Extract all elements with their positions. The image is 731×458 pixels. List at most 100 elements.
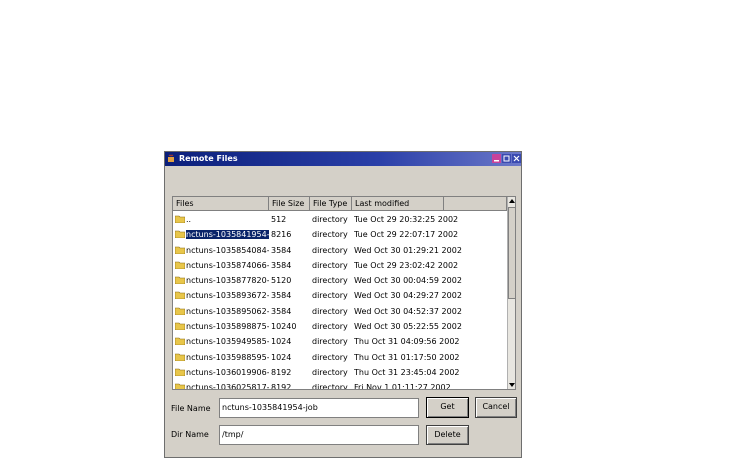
file-list[interactable]: Files File Size File Type Last modified … [172,196,516,390]
folder-icon [175,215,185,223]
file-row[interactable]: nctuns-1035895062-job3584 directory Wed Oc… [173,304,507,319]
file-name-cell: nctuns-1035893672-job [175,288,269,303]
title-bar[interactable]: Remote Files [165,152,521,166]
file-type-cell: directory [312,276,348,286]
folder-icon [175,230,185,239]
file-row[interactable]: nctuns-1035841954-job8216 directory Tue Oc… [173,227,507,242]
file-name-text: nctuns-1035841954-job [186,230,269,240]
file-type-cell: directory [312,245,348,255]
file-size-cell: 8192 [271,367,292,377]
folder-icon [175,322,185,331]
folder-icon [175,383,185,389]
file-size-cell: 3584 [271,260,292,270]
file-name-cell: nctuns-1036025817-job [175,380,269,389]
file-name-cell: nctuns-1035874066-job [175,258,269,273]
file-name-text: nctuns-1036019906-job [186,367,269,377]
scroll-up-arrow-icon[interactable] [508,197,516,206]
last-modified-cell: Wed Oct 30 04:52:37 2002 [354,306,462,316]
last-modified-cell: Tue Oct 29 20:32:25 2002 [354,215,459,224]
column-header-last-modified[interactable]: Last modified [352,197,444,211]
minimize-icon[interactable] [492,154,501,163]
file-size-cell: 512 [271,215,287,224]
file-name-field[interactable]: nctuns-1035841954-job [219,398,419,418]
file-type-cell: directory [312,337,348,347]
folder-icon [175,276,185,285]
file-size-cell: 1024 [271,337,292,347]
file-name-cell: nctuns-1035877820-job [175,273,269,288]
maximize-icon[interactable] [502,154,511,163]
cancel-button[interactable]: Cancel [475,397,517,418]
folder-icon [175,368,185,376]
last-modified-cell: Fri Nov 1 01:11:27 2002 [354,383,451,390]
last-modified-cell: Tue Oct 29 23:02:42 2002 [354,260,459,270]
file-name-cell: nctuns-1035854084-job [175,243,269,258]
column-header-file-size[interactable]: File Size [269,197,310,211]
folder-icon [175,246,185,254]
last-modified-cell: Thu Oct 31 23:45:04 2002 [354,367,460,377]
delete-button[interactable]: Delete [426,425,469,445]
file-row[interactable]: nctuns-1035877820-job5120 directory Wed Oc… [173,273,507,288]
file-row[interactable]: nctuns-1035988595-job1024 directory Thu Oc… [173,350,507,365]
file-row[interactable]: nctuns-1035854084-job3584 directory Wed Oc… [173,243,507,258]
last-modified-cell: Tue Oct 29 22:07:17 2002 [354,230,459,240]
last-modified-cell: Wed Oct 30 00:04:59 2002 [354,276,462,286]
last-modified-cell: Thu Oct 31 01:17:50 2002 [354,352,460,362]
folder-icon [175,338,185,346]
last-modified-cell: Wed Oct 30 04:29:27 2002 [354,291,462,301]
file-type-cell: directory [312,230,348,240]
file-name-text: nctuns-1035877820-job [186,276,269,286]
java-cup-icon [168,154,174,162]
file-name-cell: .. [175,212,269,227]
scroll-down-arrow-icon[interactable] [508,380,516,389]
file-name-text: nctuns-1035988595-job [186,352,269,362]
scrollbar-thumb[interactable] [508,207,515,299]
folder-icon [175,292,185,300]
file-name-text: nctuns-1035874066-job [186,260,269,270]
file-type-cell: directory [312,352,348,362]
folder-icon [175,261,185,269]
dir-name-field[interactable]: /tmp/ [219,425,419,445]
file-row[interactable]: nctuns-1036019906-job8192 directory Thu Oc… [173,365,507,380]
file-row[interactable]: nctuns-1035874066-job3584 directory Tue Oc… [173,258,507,273]
file-type-cell: directory [312,291,348,301]
dir-name-label: Dir Name [171,430,209,439]
last-modified-cell: Wed Oct 30 01:29:21 2002 [354,245,462,255]
file-name-text: nctuns-1035898875-job [186,322,269,332]
file-size-cell: 1024 [271,352,292,362]
file-rows: .. 512 directory Tue Oct 29 20:32:25 2002 nc… [173,212,507,390]
file-row[interactable]: nctuns-1036025817-job8192 directory Fri No… [173,380,507,390]
file-size-cell: 8216 [271,230,292,240]
last-modified-cell: Thu Oct 31 04:09:56 2002 [354,337,460,347]
file-name-cell: nctuns-1035949585-job [175,334,269,349]
get-button[interactable]: Get [426,397,469,418]
vertical-scrollbar[interactable] [507,197,516,389]
file-size-cell: 3584 [271,306,292,316]
file-type-cell: directory [312,306,348,316]
remote-files-window: Remote Files Files File Size File Type L… [164,151,522,458]
file-name-text: .. [186,215,192,224]
file-row[interactable]: nctuns-1035949585-job1024 directory Thu Oc… [173,334,507,349]
file-name-text: nctuns-1035893672-job [186,291,269,301]
file-name-cell: nctuns-1035841954-job [175,227,269,242]
file-name-cell: nctuns-1036019906-job [175,365,269,380]
file-size-cell: 8192 [271,383,292,390]
last-modified-cell: Wed Oct 30 05:22:55 2002 [354,322,462,332]
file-type-cell: directory [312,260,348,270]
close-icon[interactable] [512,154,521,163]
column-header-files[interactable]: Files [173,197,269,211]
file-row[interactable]: nctuns-1035898875-job10240 directory Wed O… [173,319,507,334]
file-list-header: Files File Size File Type Last modified [173,197,507,211]
file-name-text: nctuns-1035895062-job [186,306,269,316]
file-name-label: File Name [171,404,211,413]
file-name-cell: nctuns-1035988595-job [175,350,269,365]
file-size-cell: 5120 [271,276,292,286]
file-type-cell: directory [312,322,348,332]
file-row[interactable]: .. 512 directory Tue Oct 29 20:32:25 2002 [173,212,507,227]
column-header-file-type[interactable]: File Type [310,197,352,211]
file-name-cell: nctuns-1035895062-job [175,304,269,319]
file-row[interactable]: nctuns-1035893672-job3584 directory Wed Oc… [173,288,507,303]
file-size-cell: 3584 [271,291,292,301]
file-name-text: nctuns-1035854084-job [186,245,269,255]
file-size-cell: 3584 [271,245,292,255]
file-type-cell: directory [312,383,348,390]
